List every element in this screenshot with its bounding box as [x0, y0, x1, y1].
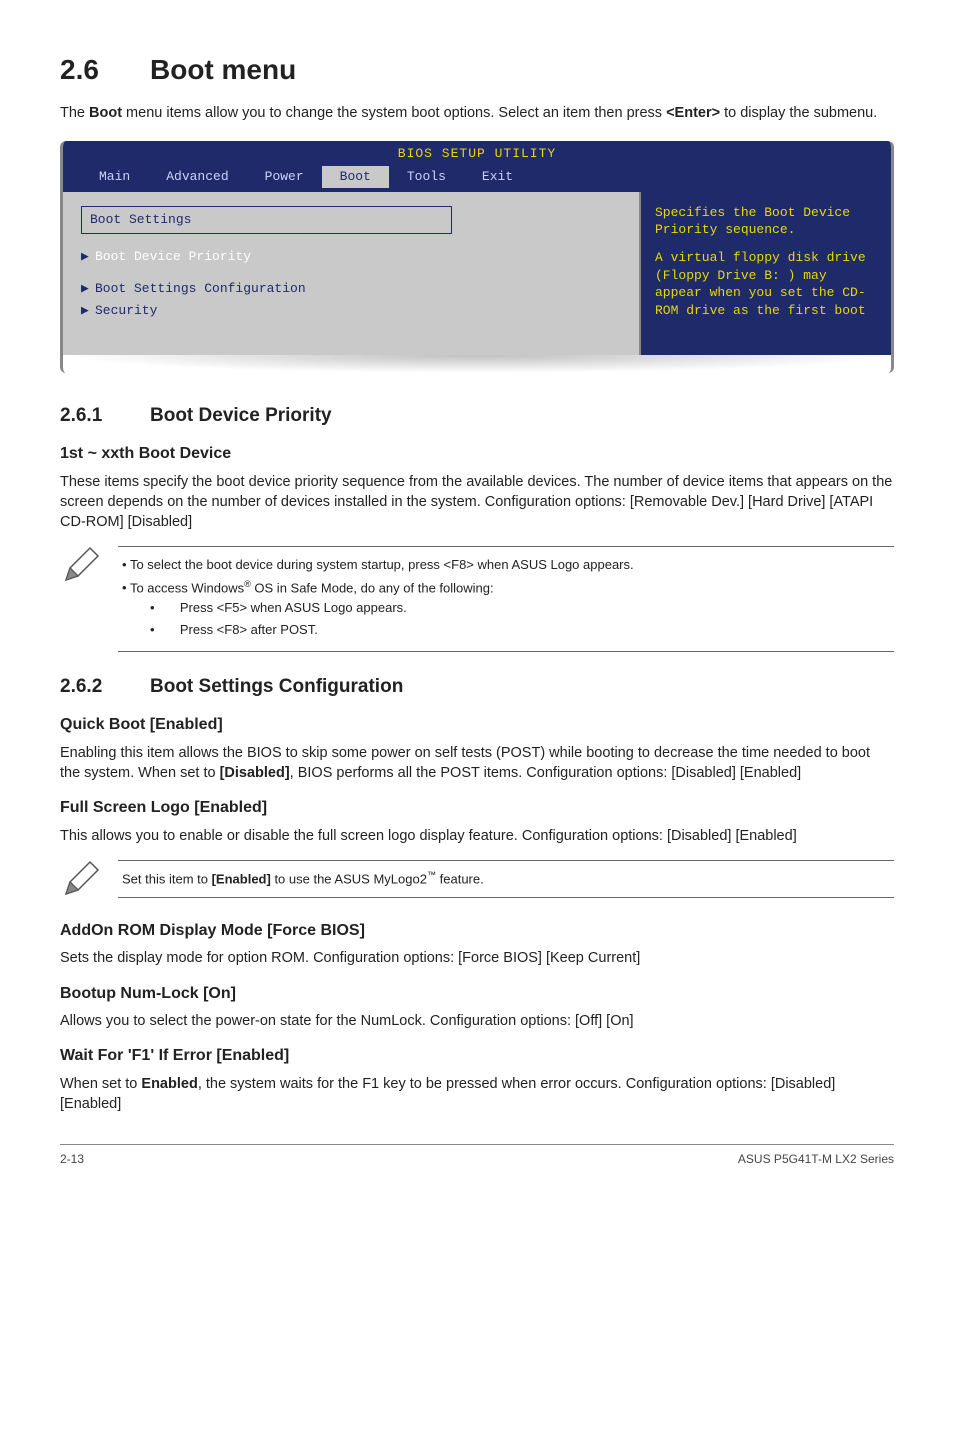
body-bold: [Disabled]: [220, 765, 290, 781]
bios-tab-tools: Tools: [389, 166, 464, 188]
note-box: Set this item to [Enabled] to use the AS…: [60, 860, 894, 900]
section-intro: The Boot menu items allow you to change …: [60, 103, 894, 123]
note-box: To select the boot device during system …: [60, 546, 894, 651]
footer-page-number: 2-13: [60, 1151, 84, 1168]
param-heading: Quick Boot [Enabled]: [60, 714, 894, 736]
intro-text: to display the submenu.: [720, 105, 877, 121]
bios-tab-power: Power: [247, 166, 322, 188]
triangle-icon: ▶: [81, 248, 95, 266]
subsection-title: Boot Device Priority: [150, 405, 332, 426]
bios-spacer: [81, 270, 621, 276]
triangle-icon: ▶: [81, 302, 95, 320]
intro-bold: <Enter>: [666, 105, 720, 121]
pencil-icon: [60, 860, 100, 900]
bios-body: Boot Settings ▶Boot Device Priority ▶Boo…: [63, 192, 891, 355]
note-text: to use the ASUS MyLogo2: [271, 871, 427, 886]
bios-row-boot-device-priority: ▶Boot Device Priority: [81, 248, 621, 266]
bios-tab-boot: Boot: [322, 166, 389, 188]
note-item: To select the boot device during system …: [122, 555, 890, 575]
bios-row-security: ▶Security: [81, 302, 621, 320]
note-subitem: Press <F8> after POST.: [150, 620, 890, 640]
bios-tab-bar: Main Advanced Power Boot Tools Exit: [63, 164, 891, 192]
bios-row-label: Boot Device Priority: [95, 249, 251, 264]
note-sup: ®: [244, 579, 251, 589]
bios-spacer: [655, 239, 877, 249]
footer-product-name: ASUS P5G41T-M LX2 Series: [738, 1151, 894, 1168]
triangle-icon: ▶: [81, 280, 95, 298]
note-bold: [Enabled]: [212, 871, 271, 886]
bios-help-pane: Specifies the Boot Device Priority seque…: [641, 192, 891, 355]
intro-bold: Boot: [89, 105, 122, 121]
body-text: Enabling this item allows the BIOS to sk…: [60, 743, 894, 784]
section-heading: 2.6Boot menu: [60, 50, 894, 89]
bios-screenshot: BIOS SETUP UTILITY Main Advanced Power B…: [60, 141, 894, 372]
note-content: Set this item to [Enabled] to use the AS…: [118, 860, 894, 898]
param-heading: 1st ~ xxth Boot Device: [60, 443, 894, 465]
subsection-number: 2.6.2: [60, 674, 150, 701]
param-heading: Bootup Num-Lock [On]: [60, 983, 894, 1005]
body-text: Allows you to select the power-on state …: [60, 1011, 894, 1031]
pencil-icon: [60, 546, 100, 586]
note-text: OS in Safe Mode, do any of the following…: [251, 580, 494, 595]
bios-row-label: Security: [95, 303, 157, 318]
bios-row-boot-settings-config: ▶Boot Settings Configuration: [81, 280, 621, 298]
bios-setup-title: BIOS SETUP UTILITY: [63, 141, 891, 163]
body-bold: Enabled: [141, 1076, 197, 1092]
bios-header: BIOS SETUP UTILITY Main Advanced Power B…: [63, 141, 891, 191]
param-heading: Wait For 'F1' If Error [Enabled]: [60, 1045, 894, 1067]
note-text: To access Windows: [130, 580, 244, 595]
body-text: These items specify the boot device prio…: [60, 472, 894, 533]
param-heading: AddOn ROM Display Mode [Force BIOS]: [60, 920, 894, 942]
section-number: 2.6: [60, 50, 150, 89]
note-content: To select the boot device during system …: [118, 546, 894, 651]
note-item: To access Windows® OS in Safe Mode, do a…: [122, 578, 890, 640]
subsection-heading: 2.6.2Boot Settings Configuration: [60, 674, 894, 701]
bios-tab-exit: Exit: [464, 166, 531, 188]
subsection-heading: 2.6.1Boot Device Priority: [60, 403, 894, 430]
body-text: Sets the display mode for option ROM. Co…: [60, 948, 894, 968]
body-span: When set to: [60, 1076, 141, 1092]
bios-help-text: Specifies the Boot Device Priority seque…: [655, 204, 877, 239]
body-span: , BIOS performs all the POST items. Conf…: [290, 765, 802, 781]
subsection-number: 2.6.1: [60, 403, 150, 430]
bios-tab-main: Main: [81, 166, 148, 188]
bios-panel-title: Boot Settings: [81, 206, 452, 234]
section-title-text: Boot menu: [150, 54, 296, 85]
param-heading: Full Screen Logo [Enabled]: [60, 797, 894, 819]
bios-fade-shadow: [63, 355, 891, 373]
note-text: Set this item to: [122, 871, 212, 886]
page-footer: 2-13 ASUS P5G41T-M LX2 Series: [60, 1144, 894, 1168]
bios-help-text: A virtual floppy disk drive (Floppy Driv…: [655, 249, 877, 319]
bios-tab-advanced: Advanced: [148, 166, 246, 188]
body-text: This allows you to enable or disable the…: [60, 826, 894, 846]
note-sup: ™: [427, 870, 436, 880]
intro-text: menu items allow you to change the syste…: [122, 105, 666, 121]
note-text: feature.: [436, 871, 484, 886]
note-subitem: Press <F5> when ASUS Logo appears.: [150, 598, 890, 618]
bios-row-label: Boot Settings Configuration: [95, 281, 306, 296]
body-text: When set to Enabled, the system waits fo…: [60, 1074, 894, 1115]
subsection-title: Boot Settings Configuration: [150, 676, 403, 697]
intro-text: The: [60, 105, 89, 121]
bios-left-pane: Boot Settings ▶Boot Device Priority ▶Boo…: [63, 192, 641, 355]
